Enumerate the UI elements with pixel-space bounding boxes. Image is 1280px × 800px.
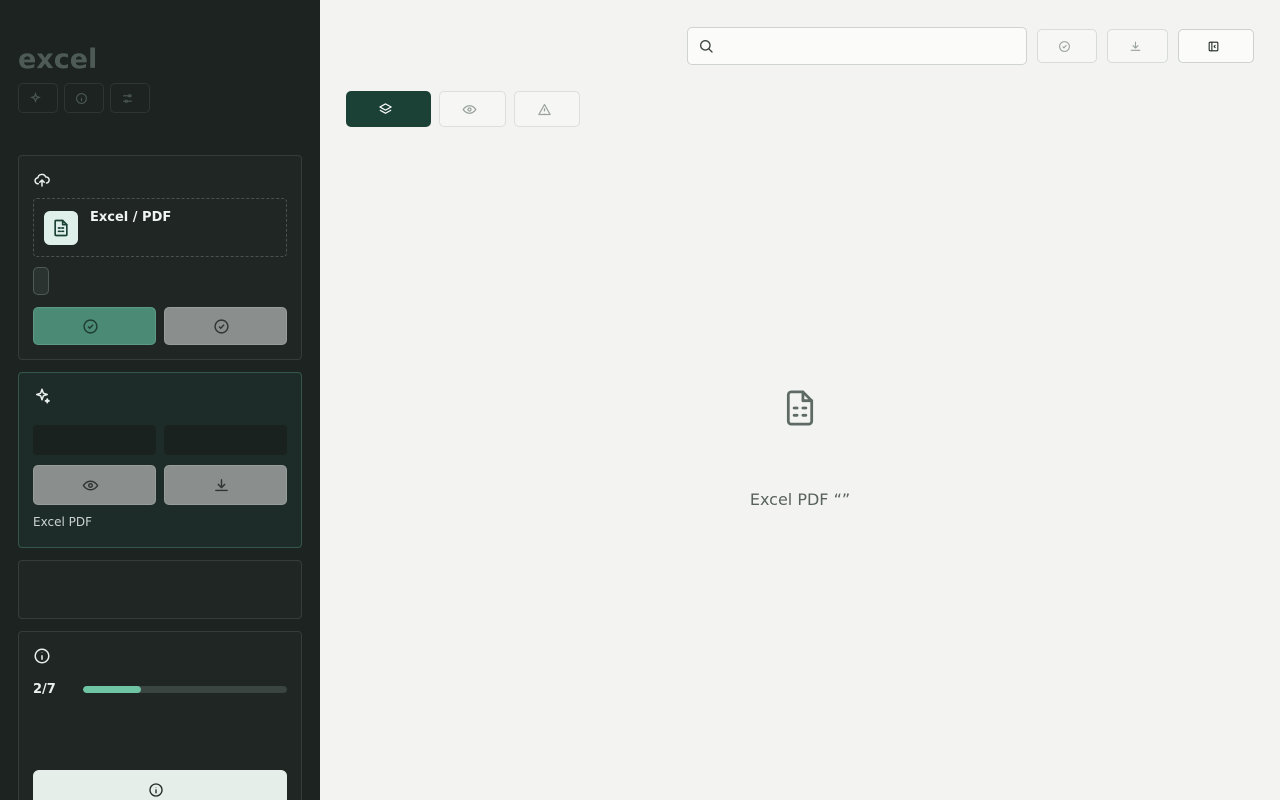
layers-icon (379, 102, 392, 114)
upload-secondary-button[interactable] (164, 307, 287, 345)
search-input[interactable] (724, 37, 1014, 55)
check-circle-icon (83, 318, 98, 334)
spreadsheet-file-icon (54, 219, 68, 237)
info-icon (149, 783, 163, 797)
guide-step-count: 2/7 (33, 682, 56, 697)
sparkle-icon (30, 91, 41, 103)
generate-note: Excel PDF (33, 515, 92, 529)
panel-collapse-icon (1208, 41, 1219, 51)
warning-icon (537, 103, 551, 115)
dropzone-icon-box (44, 211, 78, 245)
brand-title: excel (18, 44, 98, 75)
spreadsheet-file-icon (786, 390, 814, 426)
cloud-upload-icon (34, 173, 50, 187)
sliders-icon (123, 93, 132, 103)
toggle-sidebar-button[interactable] (1178, 29, 1254, 63)
about-button[interactable] (64, 83, 104, 113)
check-circle-icon (1059, 40, 1070, 52)
generate-card: Excel PDF (18, 372, 302, 548)
settings-button[interactable] (110, 83, 150, 113)
upload-confirm-button[interactable] (33, 307, 156, 345)
features-button[interactable] (18, 83, 58, 113)
info-icon (34, 648, 50, 664)
file-dropzone[interactable]: Excel / PDF (33, 198, 287, 257)
upload-card: Excel / PDF (18, 155, 302, 360)
guide-progress-bar (83, 686, 287, 693)
toolbar-confirm-button[interactable] (1037, 29, 1097, 63)
guide-card: 2/7 (18, 631, 302, 800)
tab-issues[interactable] (514, 91, 580, 127)
sparkle-icon (36, 388, 50, 404)
download-icon (1130, 41, 1140, 51)
dropzone-title: Excel / PDF (90, 210, 172, 225)
option-field-1[interactable] (33, 425, 156, 455)
option-toggle-card[interactable] (18, 560, 302, 619)
option-field-2[interactable] (164, 425, 287, 455)
check-circle-icon (214, 318, 229, 334)
upload-card-header (33, 171, 59, 189)
search-box[interactable] (687, 27, 1027, 65)
search-icon (700, 40, 713, 53)
generate-card-header (33, 387, 59, 405)
eye-icon (462, 104, 477, 114)
empty-state-description: Excel PDF “” (749, 490, 851, 509)
guide-progress-fill (83, 686, 142, 693)
toolbar-download-button[interactable] (1107, 29, 1168, 63)
guide-start-button[interactable] (33, 770, 287, 800)
sidebar: excel Excel / PDF Excel PDF 2/7 (0, 0, 320, 800)
info-icon (76, 92, 87, 104)
guide-card-header (33, 647, 59, 665)
tab-structure[interactable] (346, 91, 431, 127)
sidebar-top-actions (18, 83, 150, 113)
file-tag[interactable] (33, 267, 49, 295)
tab-preview[interactable] (439, 91, 506, 127)
